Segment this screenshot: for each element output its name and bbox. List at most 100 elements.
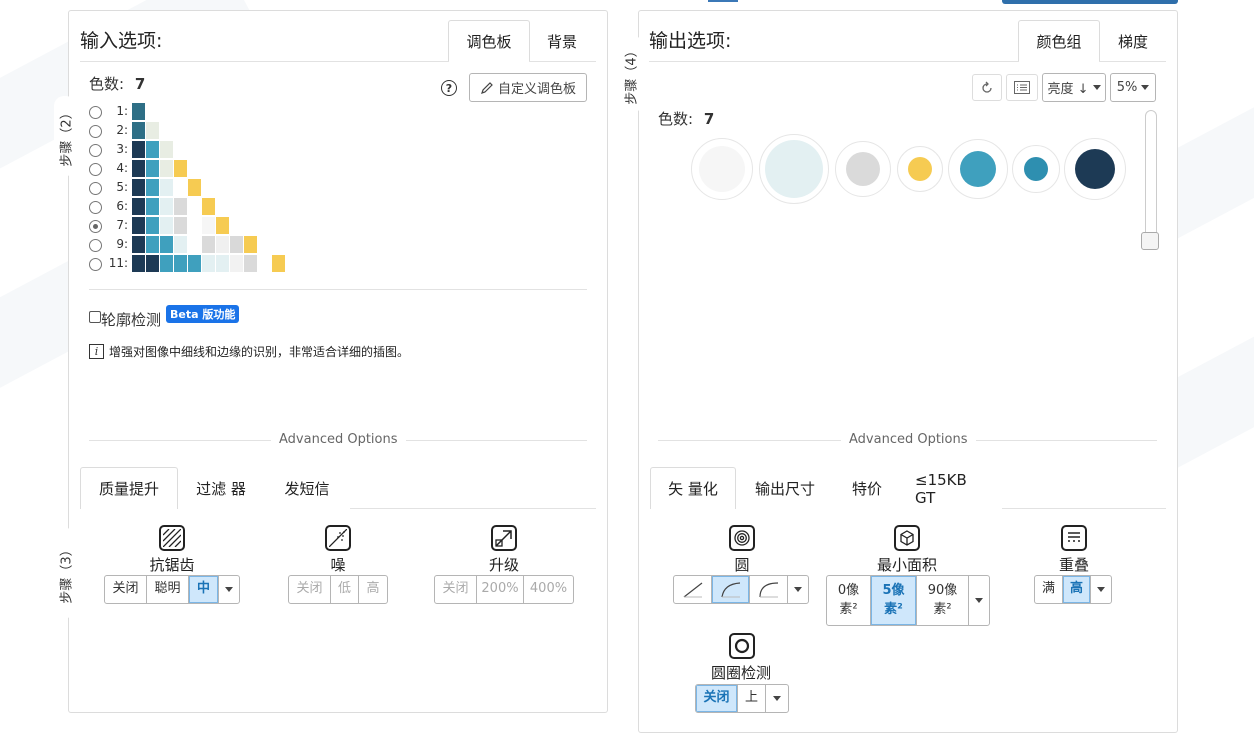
antialias-off[interactable]: 关闭	[105, 576, 147, 603]
tab-filter[interactable]: 过滤 器	[178, 467, 264, 509]
palette-swatch[interactable]	[216, 217, 229, 234]
palette-row-radio[interactable]	[89, 239, 102, 252]
overlap-dropdown[interactable]	[1091, 576, 1111, 603]
output-color-swatch[interactable]	[1064, 138, 1126, 200]
palette-swatch[interactable]	[146, 160, 159, 177]
upscale-400[interactable]: 400%	[524, 576, 573, 603]
noise-off[interactable]: 关闭	[289, 576, 331, 603]
palette-swatch[interactable]	[146, 255, 159, 272]
palette-swatch[interactable]	[230, 236, 243, 253]
tab-15kb[interactable]: ≤15KB GT	[900, 467, 1002, 509]
percent-dropdown[interactable]: 5%	[1110, 73, 1156, 102]
tab-vectorize[interactable]: 矢 量化	[650, 467, 736, 510]
palette-swatch[interactable]	[132, 255, 145, 272]
palette-swatch[interactable]	[132, 179, 145, 196]
palette-row-radio[interactable]	[89, 106, 102, 119]
swatch-scrollbar[interactable]	[1145, 110, 1157, 250]
output-color-swatch[interactable]	[691, 138, 753, 200]
palette-swatch[interactable]	[202, 236, 215, 253]
step-2-tab[interactable]: 步骤（2）	[54, 96, 76, 176]
scrollbar-thumb[interactable]	[1141, 232, 1159, 250]
palette-swatch[interactable]	[160, 160, 173, 177]
contour-checkbox[interactable]	[89, 311, 101, 323]
custom-palette-button[interactable]: 自定义调色板	[469, 73, 587, 102]
palette-swatch[interactable]	[188, 217, 201, 234]
palette-row-radio[interactable]	[89, 220, 102, 233]
output-color-swatch[interactable]	[1012, 145, 1060, 193]
palette-swatch[interactable]	[132, 217, 145, 234]
noise-low[interactable]: 低	[331, 576, 359, 603]
palette-swatch[interactable]	[202, 198, 215, 215]
palette-row-radio[interactable]	[89, 201, 102, 214]
noise-high[interactable]: 高	[359, 576, 387, 603]
palette-swatch[interactable]	[160, 198, 173, 215]
output-color-swatch[interactable]	[835, 141, 891, 197]
min-area-0[interactable]: 0像素²	[827, 576, 871, 625]
palette-swatch[interactable]	[132, 141, 145, 158]
palette-swatch[interactable]	[202, 255, 215, 272]
palette-swatch[interactable]	[132, 122, 145, 139]
overlap-full[interactable]: 满	[1035, 576, 1063, 603]
upscale-200[interactable]: 200%	[477, 576, 524, 603]
palette-swatch[interactable]	[216, 236, 229, 253]
palette-row-radio[interactable]	[89, 258, 102, 271]
min-area-90[interactable]: 90像素²	[917, 576, 969, 625]
palette-swatch[interactable]	[216, 255, 229, 272]
palette-row-radio[interactable]	[89, 182, 102, 195]
palette-swatch[interactable]	[202, 217, 215, 234]
palette-swatch[interactable]	[146, 122, 159, 139]
palette-swatch[interactable]	[188, 236, 201, 253]
upscale-off[interactable]: 关闭	[435, 576, 477, 603]
palette-swatch[interactable]	[174, 179, 187, 196]
curve-smooth[interactable]	[750, 576, 788, 603]
tab-text[interactable]: 发短信	[264, 467, 350, 509]
palette-swatch[interactable]	[132, 236, 145, 253]
tab-output-size[interactable]: 输出尺寸	[736, 467, 834, 509]
palette-swatch[interactable]	[174, 198, 187, 215]
palette-swatch[interactable]	[174, 236, 187, 253]
palette-swatch[interactable]	[132, 198, 145, 215]
ring-off[interactable]: 关闭	[696, 685, 738, 712]
tab-gradient[interactable]: 梯度	[1100, 20, 1166, 61]
overlap-high[interactable]: 高	[1063, 576, 1091, 603]
palette-swatch[interactable]	[160, 141, 173, 158]
palette-swatch[interactable]	[146, 141, 159, 158]
antialias-dropdown[interactable]	[219, 576, 239, 603]
palette-swatch[interactable]	[146, 198, 159, 215]
tab-special[interactable]: 特价	[834, 467, 900, 509]
output-color-swatch[interactable]	[759, 134, 829, 204]
palette-row-radio[interactable]	[89, 144, 102, 157]
palette-swatch[interactable]	[174, 217, 187, 234]
palette-swatch[interactable]	[188, 179, 201, 196]
palette-swatch[interactable]	[244, 236, 257, 253]
tab-palette[interactable]: 调色板	[448, 20, 530, 62]
palette-swatch[interactable]	[146, 179, 159, 196]
tab-quality[interactable]: 质量提升	[80, 467, 178, 510]
tab-color-groups[interactable]: 颜色组	[1018, 20, 1100, 62]
antialias-smart[interactable]: 聪明	[147, 576, 189, 603]
question-circle-icon[interactable]: ?	[441, 80, 457, 96]
palette-swatch[interactable]	[244, 255, 257, 272]
palette-swatch[interactable]	[160, 179, 173, 196]
step-4-tab[interactable]: 步骤（4）	[619, 34, 641, 114]
palette-swatch[interactable]	[230, 255, 243, 272]
ring-dropdown[interactable]	[766, 685, 788, 712]
palette-swatch[interactable]	[188, 198, 201, 215]
palette-swatch[interactable]	[174, 255, 187, 272]
palette-swatch[interactable]	[146, 217, 159, 234]
palette-swatch[interactable]	[174, 160, 187, 177]
palette-swatch[interactable]	[146, 236, 159, 253]
palette-swatch[interactable]	[160, 236, 173, 253]
ring-on[interactable]: 上	[738, 685, 766, 712]
curve-dropdown[interactable]	[788, 576, 808, 603]
list-view-button[interactable]	[1006, 74, 1038, 101]
tab-background[interactable]: 背景	[530, 20, 594, 61]
palette-swatch[interactable]	[132, 103, 145, 120]
min-area-5[interactable]: 5像素²	[871, 576, 917, 625]
palette-swatch[interactable]	[132, 160, 145, 177]
step-3-tab[interactable]: 步骤（3）	[54, 528, 76, 618]
palette-row-radio[interactable]	[89, 125, 102, 138]
min-area-dropdown[interactable]	[969, 576, 989, 625]
output-color-swatch[interactable]	[897, 146, 943, 192]
antialias-medium[interactable]: 中	[189, 576, 219, 603]
